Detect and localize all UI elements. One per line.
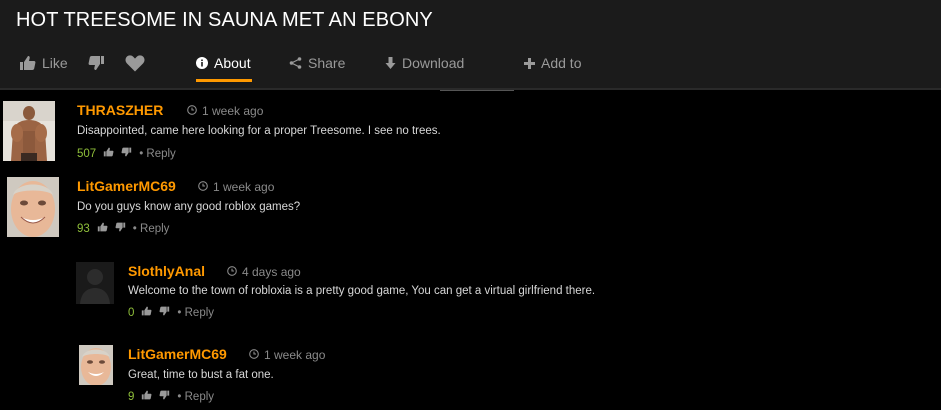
thumbs-up-icon[interactable] (103, 147, 114, 160)
comment-footer: 9 • Reply (128, 390, 214, 403)
comment-timestamp: 1 week ago (187, 104, 263, 118)
vote-count: 507 (77, 147, 97, 160)
thumbs-down-icon[interactable] (159, 306, 170, 319)
favorite-button[interactable] (125, 50, 145, 76)
share-icon (289, 57, 302, 69)
clock-icon (187, 104, 197, 118)
comment-text: Do you guys know any good roblox games? (77, 201, 301, 213)
thumbs-down-icon[interactable] (121, 147, 132, 160)
comment-text: Welcome to the town of robloxia is a pre… (128, 285, 596, 297)
comment-time-text: 1 week ago (213, 180, 275, 194)
thumbs-up-icon (19, 55, 36, 71)
download-button[interactable]: Download (385, 50, 464, 76)
thumbs-up-icon[interactable] (141, 390, 152, 403)
tab-about[interactable]: About (196, 50, 251, 76)
thumbs-down-icon[interactable] (159, 390, 170, 403)
about-label: About (214, 55, 251, 71)
vote-count: 0 (128, 306, 135, 319)
clock-icon (198, 180, 208, 194)
download-label: Download (402, 55, 465, 71)
comment-time-text: 1 week ago (264, 348, 326, 362)
avatar[interactable] (3, 101, 55, 161)
thumbs-down-icon (88, 55, 105, 71)
share-button[interactable]: Share (289, 50, 345, 76)
reply-link[interactable]: • Reply (139, 148, 176, 160)
comment-footer: 0 • Reply (128, 306, 214, 319)
comment-footer: 93 • Reply (77, 222, 169, 235)
comment-username[interactable]: LitGamerMC69 (77, 178, 176, 194)
comment-timestamp: 4 days ago (227, 265, 301, 279)
like-label: Like (42, 55, 68, 71)
like-button[interactable]: Like (19, 50, 68, 76)
avatar[interactable] (79, 345, 113, 385)
comment-username[interactable]: THRASZHER (77, 102, 163, 118)
comment-username[interactable]: SlothlyAnal (128, 263, 205, 279)
video-title: HOT TREESOME IN SAUNA MET AN EBONY (16, 9, 433, 31)
thumbs-down-icon[interactable] (115, 222, 126, 235)
add-to-label: Add to (541, 55, 582, 71)
comment-time-text: 4 days ago (242, 265, 301, 279)
action-bar: Like About Share Download Add to (0, 50, 941, 76)
share-label: Share (308, 55, 346, 71)
download-icon (385, 56, 396, 70)
dislike-button[interactable] (88, 50, 105, 76)
plus-icon (524, 57, 535, 69)
reply-link[interactable]: • Reply (133, 223, 170, 235)
thumbs-up-icon[interactable] (97, 222, 108, 235)
comment-timestamp: 1 week ago (249, 348, 325, 362)
header-divider-highlight (440, 90, 514, 91)
vote-count: 93 (77, 222, 90, 235)
add-to-button[interactable]: Add to (524, 50, 581, 76)
comment-timestamp: 1 week ago (198, 180, 274, 194)
active-tab-indicator (196, 79, 252, 82)
comment-time-text: 1 week ago (202, 104, 264, 118)
video-header: HOT TREESOME IN SAUNA MET AN EBONY Like (0, 0, 941, 88)
comment-username[interactable]: LitGamerMC69 (128, 346, 227, 362)
vote-count: 9 (128, 390, 135, 403)
avatar[interactable] (76, 262, 114, 304)
comment-footer: 507 • Reply (77, 147, 176, 160)
clock-icon (249, 348, 259, 362)
comment-text: Great, time to bust a fat one. (128, 369, 274, 381)
reply-link[interactable]: • Reply (177, 391, 214, 403)
heart-icon (125, 54, 145, 72)
clock-icon (227, 265, 237, 279)
comment-text: Disappointed, came here looking for a pr… (77, 125, 441, 137)
thumbs-up-icon[interactable] (141, 306, 152, 319)
reply-link[interactable]: • Reply (177, 307, 214, 319)
avatar[interactable] (7, 177, 59, 237)
info-icon (196, 57, 208, 69)
